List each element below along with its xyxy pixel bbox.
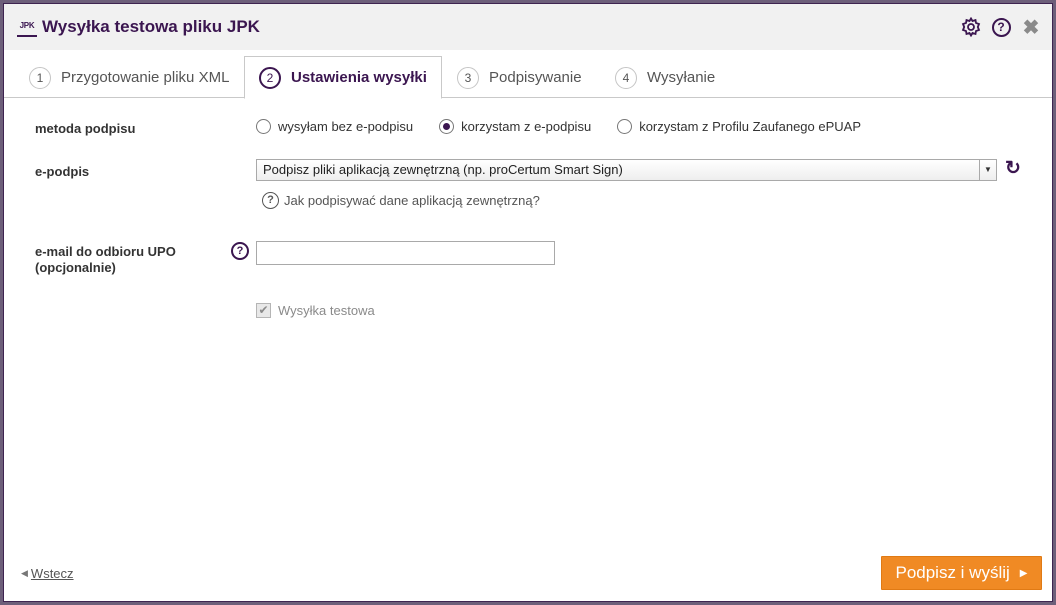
radio-no-signature[interactable]: wysyłam bez e-podpisu bbox=[256, 119, 413, 134]
arrow-right-icon: ▶ bbox=[1019, 567, 1028, 579]
email-input[interactable] bbox=[256, 241, 555, 265]
tab-podpisywanie[interactable]: 3 Podpisywanie bbox=[457, 56, 582, 99]
help-link-label: Jak podpisywać dane aplikacją zewnętrzną… bbox=[284, 193, 540, 208]
close-icon[interactable]: ✖ bbox=[1020, 16, 1042, 39]
step-number: 4 bbox=[615, 66, 637, 89]
test-send-label: Wysyłka testowa bbox=[278, 303, 375, 318]
email-help-icon[interactable]: ? bbox=[231, 242, 249, 260]
help-icon[interactable]: ? bbox=[990, 16, 1012, 38]
signature-method-label: metoda podpisu bbox=[35, 121, 136, 136]
esignature-selected-value: Podpisz pliki aplikacją zewnętrzną (np. … bbox=[263, 162, 623, 177]
chevron-down-icon[interactable]: ▼ bbox=[979, 160, 996, 180]
tab-wysylanie[interactable]: 4 Wysyłanie bbox=[615, 56, 715, 99]
radio-epuap[interactable]: korzystam z Profilu Zaufanego ePUAP bbox=[617, 119, 861, 134]
radio-e-signature[interactable]: korzystam z e-podpisu bbox=[439, 119, 591, 134]
tab-label: Wysyłanie bbox=[647, 69, 716, 86]
dialog-title: Wysyłka testowa pliku JPK bbox=[42, 17, 260, 36]
external-app-help-link[interactable]: ? Jak podpisywać dane aplikacją zewnętrz… bbox=[262, 192, 540, 209]
tab-ustawienia[interactable]: 2 Ustawienia wysyłki bbox=[244, 56, 442, 99]
tab-label: Przygotowanie pliku XML bbox=[61, 69, 230, 86]
step-number: 1 bbox=[29, 66, 51, 89]
tab-przygotowanie[interactable]: 1 Przygotowanie pliku XML bbox=[29, 56, 229, 99]
dialog-window: JPK Wysyłka testowa pliku JPK ? ✖ 1 Przy… bbox=[3, 3, 1053, 602]
esignature-label: e-podpis bbox=[35, 164, 90, 179]
back-label: Wstecz bbox=[30, 566, 74, 581]
signature-method-radio-group: wysyłam bez e-podpisu korzystam z e-podp… bbox=[256, 119, 887, 134]
jpk-logo: JPK bbox=[17, 18, 37, 37]
step-number: 2 bbox=[259, 66, 281, 89]
tab-label: Ustawienia wysyłki bbox=[291, 69, 427, 86]
back-link[interactable]: ◀ Wstecz bbox=[21, 566, 74, 581]
radio-label: korzystam z e-podpisu bbox=[461, 119, 592, 134]
question-icon: ? bbox=[262, 192, 279, 209]
email-label-line1: e-mail do odbioru UPO bbox=[35, 244, 176, 259]
arrow-left-icon: ◀ bbox=[21, 568, 28, 578]
radio-circle[interactable] bbox=[256, 119, 271, 134]
wizard-tabs: 1 Przygotowanie pliku XML 2 Ustawienia w… bbox=[4, 50, 1052, 99]
email-label-line2: (opcjonalnie) bbox=[35, 260, 116, 275]
radio-circle[interactable] bbox=[617, 119, 633, 134]
sign-and-send-button[interactable]: Podpisz i wyślij ▶ bbox=[881, 556, 1042, 590]
radio-label: wysyłam bez e-podpisu bbox=[278, 119, 414, 134]
radio-circle[interactable] bbox=[439, 119, 455, 134]
esignature-select[interactable]: Podpisz pliki aplikacją zewnętrzną (np. … bbox=[256, 159, 997, 181]
gear-icon[interactable] bbox=[960, 16, 982, 38]
submit-label: Podpisz i wyślij bbox=[895, 563, 1010, 582]
tab-label: Podpisywanie bbox=[489, 69, 582, 86]
step-number: 3 bbox=[457, 66, 479, 89]
email-label: e-mail do odbioru UPO (opcjonalnie) bbox=[35, 244, 176, 276]
test-send-checkbox: ✔ bbox=[256, 303, 271, 318]
test-send-checkbox-row: ✔ Wysyłka testowa bbox=[256, 303, 375, 318]
title-bar: JPK Wysyłka testowa pliku JPK ? ✖ bbox=[4, 4, 1052, 50]
refresh-icon[interactable]: ↻ bbox=[1003, 159, 1023, 179]
radio-label: korzystam z Profilu Zaufanego ePUAP bbox=[639, 119, 862, 134]
